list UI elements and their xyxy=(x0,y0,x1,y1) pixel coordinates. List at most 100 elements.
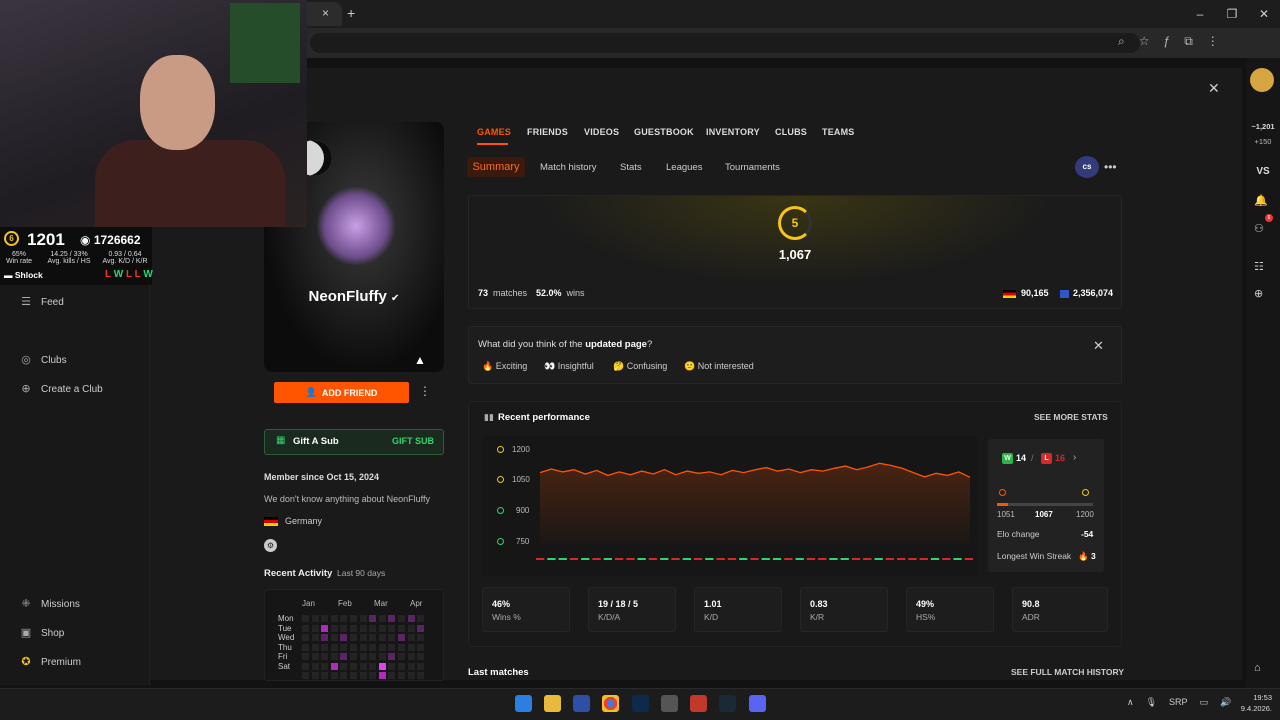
match-result-marker xyxy=(795,558,804,560)
chevron-right-icon[interactable]: › xyxy=(1073,452,1076,463)
heatmap-cell xyxy=(350,643,357,651)
close-window-icon[interactable]: ✕ xyxy=(1248,0,1280,28)
bell-icon[interactable]: 🔔 xyxy=(1254,194,1268,207)
sidebar-item-label: Missions xyxy=(41,598,80,610)
subtab-tournaments[interactable]: Tournaments xyxy=(725,162,780,173)
clock-date: 9.4.2026. xyxy=(1240,704,1272,713)
steam-icon[interactable]: ⚙ xyxy=(264,539,277,552)
extension-icon[interactable]: ƒ xyxy=(1164,34,1171,49)
discord-icon[interactable] xyxy=(749,695,766,712)
heatmap-cell xyxy=(350,615,357,622)
faceit-ac-icon[interactable] xyxy=(690,695,707,712)
germany-flag-icon xyxy=(264,517,278,526)
match-result-marker xyxy=(536,558,545,560)
gift-sub-label: Gift A Sub xyxy=(293,436,339,447)
heatmap-cell xyxy=(359,615,367,622)
file-explorer-icon[interactable] xyxy=(544,695,561,712)
network-icon[interactable]: ▭ xyxy=(1200,697,1209,708)
game-selector-badge[interactable]: cs xyxy=(1075,156,1099,178)
sidebar-item-clubs[interactable]: ◎ Clubs xyxy=(20,354,66,366)
win-streak-label: Longest Win Streak xyxy=(997,551,1072,561)
subtab-stats[interactable]: Stats xyxy=(620,162,642,173)
tab-games[interactable]: GAMES xyxy=(477,127,511,137)
heatmap-cell xyxy=(398,672,405,679)
close-modal-icon[interactable]: ✕ xyxy=(1208,80,1220,97)
match-result-marker xyxy=(772,558,782,560)
sidebar-item-shop[interactable]: ▣ Shop xyxy=(20,627,65,639)
close-feedback-icon[interactable]: ✕ xyxy=(1093,338,1104,354)
see-full-history-link[interactable]: SEE FULL MATCH HISTORY xyxy=(1011,667,1124,677)
stat-value: 46% xyxy=(492,599,511,609)
url-field[interactable] xyxy=(310,33,1140,53)
more-options-icon[interactable]: ⋮ xyxy=(419,384,431,398)
chat-icon[interactable]: ⌂ xyxy=(1254,662,1261,674)
subtab-match-history[interactable]: Match history xyxy=(540,162,597,173)
browser-menu-icon[interactable]: ⋮ xyxy=(1207,34,1219,49)
friends-icon[interactable]: ☷ xyxy=(1254,260,1264,273)
obs-icon[interactable] xyxy=(661,695,678,712)
gift-sub-button[interactable]: GIFT SUB xyxy=(392,436,434,446)
steam-icon[interactable] xyxy=(719,695,736,712)
clock[interactable]: 19:53 9.4.2026. xyxy=(1232,692,1272,714)
volume-icon[interactable]: 🔊 xyxy=(1220,697,1231,708)
chrome-icon[interactable] xyxy=(602,695,619,712)
feedback-option-not-interested[interactable]: 🙁 Not interested xyxy=(684,361,754,372)
losses-count: 16 xyxy=(1055,453,1066,463)
feedback-option-confusing[interactable]: 🤔 Confusing xyxy=(613,361,667,372)
microphone-icon[interactable]: 🎙 xyxy=(1146,697,1157,708)
stat-label: ADR xyxy=(1022,612,1040,622)
close-tab-icon[interactable]: × xyxy=(322,6,329,20)
sidebar-item-create-club[interactable]: ⊕ Create a Club xyxy=(20,383,102,395)
tab-friends[interactable]: FRIENDS xyxy=(527,127,568,137)
sidebar-item-premium[interactable]: ✪ Premium xyxy=(20,656,81,668)
elo-change-label: Elo change xyxy=(997,529,1040,539)
heatmap-cell xyxy=(340,662,348,670)
heatmap-cell xyxy=(350,653,357,660)
add-friend-button[interactable]: 👤 ADD FRIEND xyxy=(274,382,409,403)
match-result-marker xyxy=(626,558,635,560)
tab-inventory[interactable]: INVENTORY xyxy=(706,127,760,137)
extensions-puzzle-icon[interactable]: ⧉ xyxy=(1184,34,1193,49)
subtab-summary[interactable]: Summary xyxy=(467,157,525,177)
photoshop-icon[interactable] xyxy=(632,695,649,712)
recent-activity-range: Last 90 days xyxy=(337,568,386,578)
add-icon[interactable]: ⊕ xyxy=(1254,287,1263,300)
sidebar-item-feed[interactable]: ☰ Feed xyxy=(20,296,64,308)
subtab-leagues[interactable]: Leagues xyxy=(666,162,702,173)
wins-label: wins xyxy=(566,288,585,298)
party-icon[interactable]: ⚇ xyxy=(1254,222,1264,235)
matches-count: 73 matches xyxy=(478,288,527,298)
tab-clubs[interactable]: CLUBS xyxy=(775,127,807,137)
heatmap-day: Thu xyxy=(278,643,292,652)
heatmap-cell xyxy=(330,653,338,660)
tray-chevron-icon[interactable]: ∧ xyxy=(1127,697,1134,708)
overlay-result: L xyxy=(105,269,114,280)
heatmap-cell xyxy=(378,672,386,679)
more-options-icon[interactable]: ••• xyxy=(1104,160,1117,174)
feedback-option-insightful[interactable]: 👀 Insightful xyxy=(544,361,594,372)
windows-start-icon[interactable] xyxy=(515,695,532,712)
tab-videos[interactable]: VIDEOS xyxy=(584,127,619,137)
sidebar-item-missions[interactable]: ⁜ Missions xyxy=(20,598,80,610)
tab-guestbook[interactable]: GUESTBOOK xyxy=(634,127,694,137)
see-more-stats-link[interactable]: SEE MORE STATS xyxy=(1034,412,1108,422)
feedback-option-exciting[interactable]: 🔥 Exciting xyxy=(482,361,527,372)
minimize-icon[interactable]: – xyxy=(1184,0,1216,28)
tab-teams[interactable]: TEAMS xyxy=(822,127,855,137)
stat-card xyxy=(588,587,676,632)
app-v-icon[interactable] xyxy=(573,695,590,712)
matches-label: matches xyxy=(493,288,528,298)
bookmark-star-icon[interactable]: ☆ xyxy=(1139,34,1150,49)
heatmap-cell xyxy=(359,624,367,632)
zoom-icon[interactable]: ⌕ xyxy=(1118,34,1125,49)
language-indicator[interactable]: SRP xyxy=(1169,697,1188,708)
win-streak-value: 🔥 3 xyxy=(1078,551,1096,561)
range-current: 1067 xyxy=(1035,510,1053,519)
match-result-marker xyxy=(874,558,883,560)
rail-vs-button[interactable]: VS xyxy=(1246,166,1280,177)
match-result-marker xyxy=(693,558,703,560)
recent-activity-title: Recent Activity xyxy=(264,568,333,579)
user-avatar[interactable] xyxy=(1250,68,1274,92)
new-tab-icon[interactable]: + xyxy=(347,5,355,21)
restore-icon[interactable]: ❐ xyxy=(1216,0,1248,28)
